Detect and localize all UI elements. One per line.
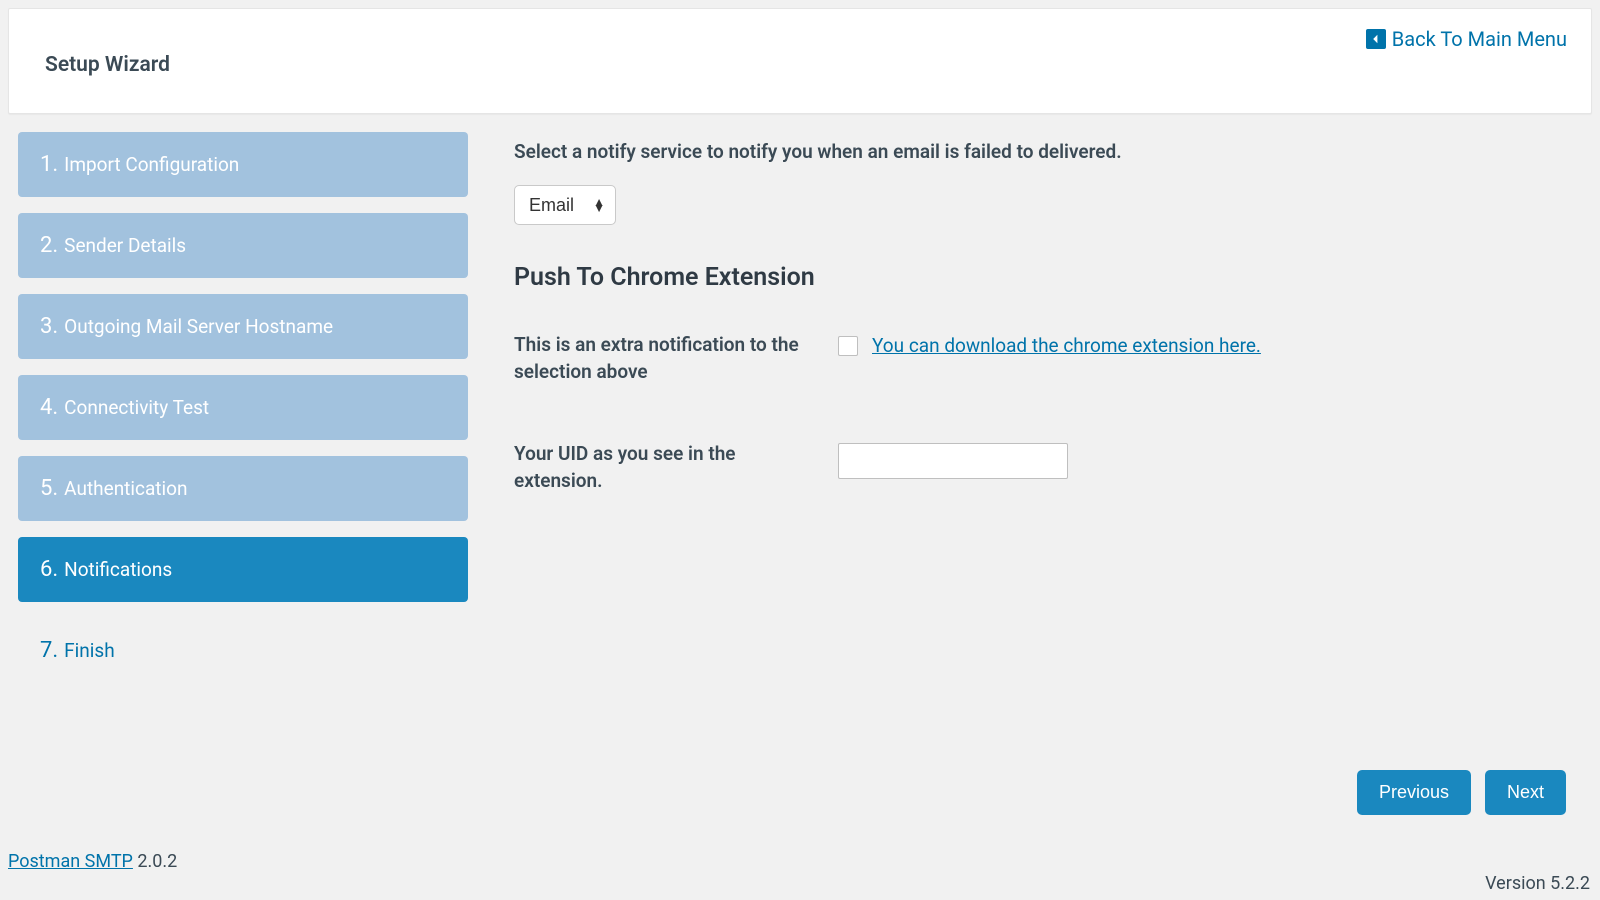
- step-number: 2.: [40, 233, 58, 258]
- step-finish[interactable]: 7. Finish: [18, 618, 468, 683]
- back-to-main-link[interactable]: Back To Main Menu: [1366, 27, 1567, 51]
- uid-label: Your UID as you see in the extension.: [514, 441, 804, 494]
- header-card: Back To Main Menu Setup Wizard: [8, 8, 1592, 114]
- field-row-uid: Your UID as you see in the extension.: [514, 441, 1552, 494]
- section-title: Push To Chrome Extension: [514, 263, 1552, 292]
- step-sender-details[interactable]: 2. Sender Details: [18, 213, 468, 278]
- step-label: Authentication: [64, 477, 187, 500]
- step-outgoing-mail-server-hostname[interactable]: 3. Outgoing Mail Server Hostname: [18, 294, 468, 359]
- step-label: Finish: [64, 639, 115, 662]
- product-link[interactable]: Postman SMTP: [8, 851, 133, 872]
- extra-notification-control: You can download the chrome extension he…: [838, 332, 1261, 357]
- uid-control: [838, 441, 1068, 479]
- arrow-left-icon: [1366, 29, 1386, 49]
- next-button[interactable]: Next: [1485, 770, 1566, 815]
- wizard-nav-buttons: Previous Next: [1357, 770, 1566, 815]
- page-root: Back To Main Menu Setup Wizard 1. Import…: [0, 0, 1600, 900]
- footer-wp-version: Version 5.2.2: [1485, 873, 1590, 894]
- wizard-main-panel: Select a notify service to notify you wh…: [514, 132, 1592, 550]
- page-title: Setup Wizard: [45, 53, 1559, 77]
- step-label: Connectivity Test: [64, 396, 209, 419]
- back-link-label: Back To Main Menu: [1392, 27, 1567, 51]
- footer-product: Postman SMTP 2.0.2: [8, 851, 177, 872]
- intro-text: Select a notify service to notify you wh…: [514, 140, 1552, 163]
- step-number: 1.: [40, 152, 58, 177]
- step-number: 6.: [40, 557, 58, 582]
- chrome-extension-checkbox[interactable]: [838, 336, 858, 356]
- step-import-configuration[interactable]: 1. Import Configuration: [18, 132, 468, 197]
- notify-service-select[interactable]: Email: [515, 186, 615, 224]
- uid-input[interactable]: [838, 443, 1068, 479]
- step-authentication[interactable]: 5. Authentication: [18, 456, 468, 521]
- notify-service-select-wrap: Email ▲▼: [514, 185, 616, 225]
- step-label: Sender Details: [64, 234, 186, 257]
- step-label: Notifications: [64, 558, 172, 581]
- step-number: 7.: [40, 638, 58, 663]
- field-row-extra-notification: This is an extra notification to the sel…: [514, 332, 1552, 385]
- wizard-body: 1. Import Configuration 2. Sender Detail…: [8, 132, 1592, 683]
- product-version: 2.0.2: [137, 851, 177, 872]
- step-notifications[interactable]: 6. Notifications: [18, 537, 468, 602]
- chrome-extension-download-link[interactable]: You can download the chrome extension he…: [872, 334, 1261, 357]
- step-label: Outgoing Mail Server Hostname: [64, 315, 333, 338]
- step-number: 5.: [40, 476, 58, 501]
- step-connectivity-test[interactable]: 4. Connectivity Test: [18, 375, 468, 440]
- previous-button[interactable]: Previous: [1357, 770, 1471, 815]
- extra-notification-label: This is an extra notification to the sel…: [514, 332, 804, 385]
- step-label: Import Configuration: [64, 153, 239, 176]
- step-number: 4.: [40, 395, 58, 420]
- wizard-steps: 1. Import Configuration 2. Sender Detail…: [8, 132, 468, 683]
- step-number: 3.: [40, 314, 58, 339]
